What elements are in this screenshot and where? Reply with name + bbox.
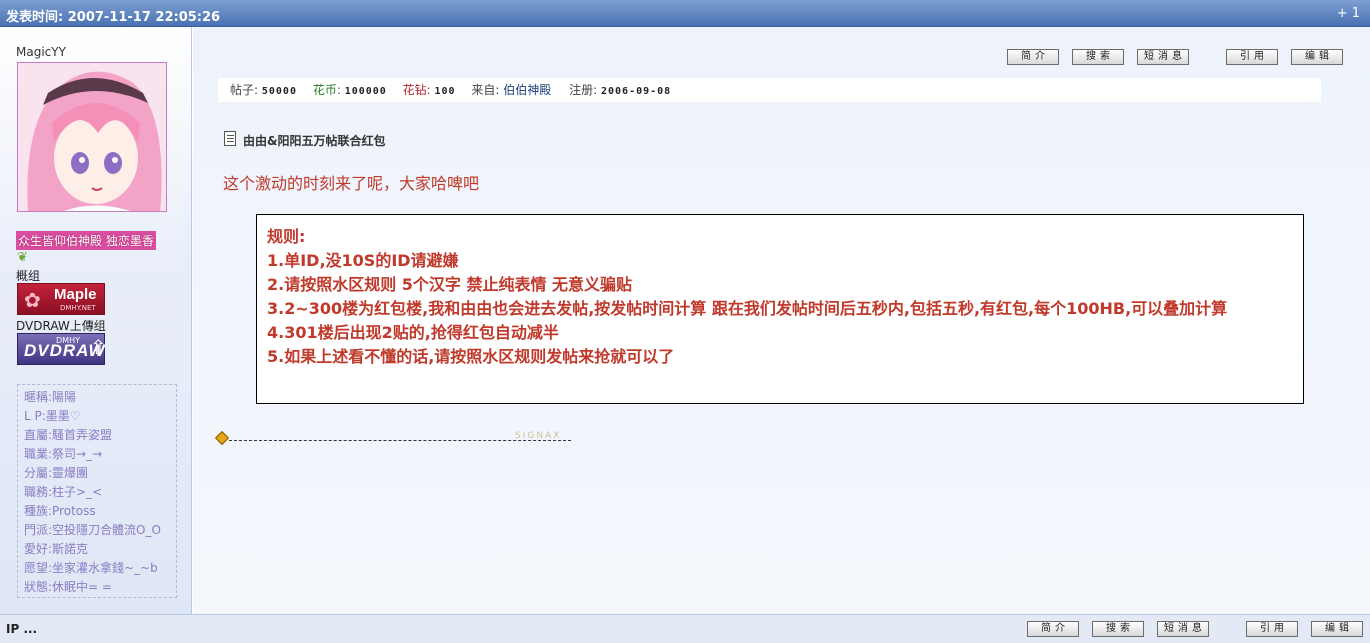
register-date: 2006-09-08 bbox=[601, 86, 672, 97]
rule-4: 4.301楼后出现2贴的,抢得红包自动减半 bbox=[267, 323, 559, 342]
rule-5: 5.如果上述看不懂的话,请按照水区规则发帖来抢就可以了 bbox=[267, 347, 675, 366]
footer-profile-button[interactable]: 简介 bbox=[1027, 621, 1079, 637]
user-title-badge: 众生皆仰伯神殿 独恋墨香 bbox=[16, 231, 156, 250]
upload-arrow-icon: ⇧ bbox=[90, 335, 107, 359]
floor-number[interactable]: + 1 bbox=[1337, 6, 1360, 21]
maple-leaf-icon: ✿ bbox=[24, 288, 41, 312]
from-value: 伯伯神殿 bbox=[503, 83, 552, 97]
posts-value: 50000 bbox=[261, 86, 297, 97]
profile-details: 暱稱:陽陽 L P:墨墨♡ 直屬:騷首弄姿盟 職業:祭司→_→ 分屬:靈爆團 職… bbox=[17, 384, 177, 598]
rules-box: 规则: 1.单ID,没10S的ID请避嫌 2.请按照水区规则 5个汉字 禁止纯表… bbox=[256, 214, 1304, 404]
post-content-area: 简介 搜索 短消息 引用 编辑 帖子: 50000 花币: 100000 花钻:… bbox=[193, 27, 1370, 614]
post-intro: 这个激动的时刻来了呢，大家哈啤吧 bbox=[223, 174, 480, 193]
profile-status: 狀態:休眠中= = bbox=[24, 580, 112, 594]
user-stats-bar: 帖子: 50000 花币: 100000 花钻: 100 来自: 伯伯神殿 注册… bbox=[218, 78, 1321, 102]
profile-wish: 愿望:坐家灌水拿錢~_~b bbox=[24, 561, 158, 575]
post-footer-bar: IP ... 简介 搜索 短消息 引用 编辑 bbox=[0, 614, 1370, 643]
signature-text: SIGNAX bbox=[515, 431, 562, 441]
register-label: 注册: bbox=[569, 83, 598, 97]
message-button[interactable]: 短消息 bbox=[1137, 49, 1189, 65]
anime-girl-avatar-image bbox=[18, 63, 166, 211]
posts-label: 帖子: bbox=[230, 83, 259, 97]
profile-button[interactable]: 简介 bbox=[1007, 49, 1059, 65]
maple-badge-text: Maple bbox=[54, 286, 97, 303]
footer-message-button[interactable]: 短消息 bbox=[1157, 621, 1209, 637]
footer-edit-button[interactable]: 编辑 bbox=[1311, 621, 1363, 637]
profile-school: 門派:空投隱刀合體流O_O bbox=[24, 523, 161, 537]
rule-1: 1.单ID,没10S的ID请避嫌 bbox=[267, 251, 459, 270]
document-icon bbox=[224, 131, 236, 146]
maple-badge-subtext: DMHY.NET bbox=[60, 304, 96, 312]
rule-2: 2.请按照水区规则 5个汉字 禁止纯表情 无意义骗贴 bbox=[267, 275, 633, 294]
profile-hobby: 愛好:斯諾克 bbox=[24, 542, 89, 556]
leaf-icon: ❦ bbox=[17, 250, 28, 265]
dvd-group-label: DVDRAW上傳组 bbox=[16, 319, 106, 333]
avatar bbox=[17, 62, 167, 212]
post-header-bar: 发表时间: 2007-11-17 22:05:26 + 1 bbox=[0, 0, 1370, 27]
author-sidebar: MagicYY 众生皆仰伯神殿 独恋墨香 ❦ 概组 ✿ Maple DMHY.N… bbox=[0, 27, 192, 614]
diamonds-label: 花钻: bbox=[402, 83, 431, 97]
profile-lp: L P:墨墨♡ bbox=[24, 409, 81, 423]
profile-job: 職業:祭司→_→ bbox=[24, 447, 103, 461]
ip-address[interactable]: IP ... bbox=[6, 622, 37, 636]
post-time: 发表时间: 2007-11-17 22:05:26 bbox=[6, 10, 221, 25]
footer-quote-button[interactable]: 引用 bbox=[1246, 621, 1298, 637]
profile-duty: 職務:柱子>_< bbox=[24, 485, 103, 499]
profile-race: 種族:Protoss bbox=[24, 504, 96, 518]
maple-group-badge[interactable]: ✿ Maple DMHY.NET bbox=[17, 283, 105, 315]
profile-nickname: 暱稱:陽陽 bbox=[24, 390, 77, 404]
pencil-icon bbox=[214, 430, 230, 446]
dvdraw-badge-subtext: DMHY bbox=[56, 336, 80, 345]
profile-division: 分屬:靈爆團 bbox=[24, 466, 89, 480]
rule-3: 3.2~300楼为红包楼,我和由由也会进去发帖,按发帖时间计算 跟在我们发帖时间… bbox=[267, 299, 1228, 318]
search-button[interactable]: 搜索 bbox=[1072, 49, 1124, 65]
diamonds-value: 100 bbox=[434, 86, 456, 97]
rules-heading: 规则: bbox=[267, 227, 306, 246]
post-title: 由由&阳阳五万帖联合红包 bbox=[243, 134, 386, 148]
coins-value: 100000 bbox=[344, 86, 387, 97]
profile-affiliation: 直屬:騷首弄姿盟 bbox=[24, 428, 113, 442]
edit-button[interactable]: 编辑 bbox=[1291, 49, 1343, 65]
coins-label: 花币: bbox=[312, 83, 341, 97]
dvdraw-group-badge[interactable]: DVDRAW DMHY ⇧ bbox=[17, 333, 107, 365]
quote-button[interactable]: 引用 bbox=[1226, 49, 1278, 65]
group-label: 概组 bbox=[16, 269, 41, 283]
author-name[interactable]: MagicYY bbox=[16, 45, 66, 59]
footer-search-button[interactable]: 搜索 bbox=[1092, 621, 1144, 637]
from-label: 来自: bbox=[471, 83, 500, 97]
